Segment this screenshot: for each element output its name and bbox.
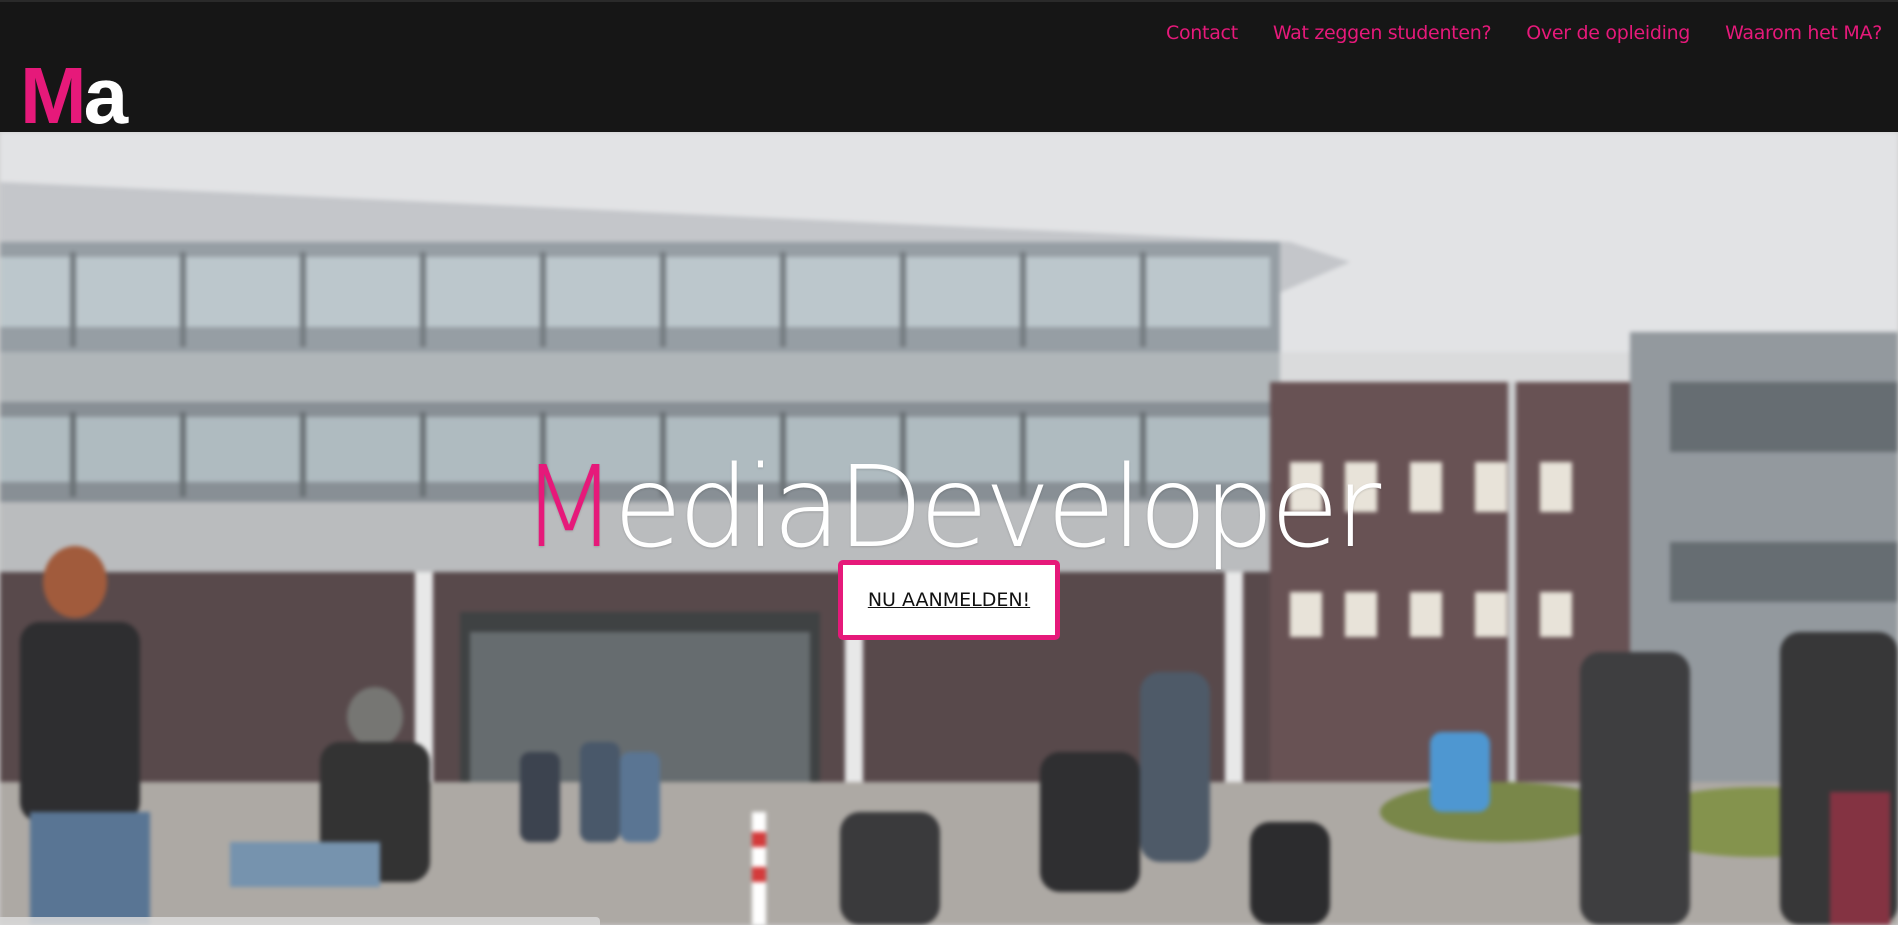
site-logo[interactable]: Ma <box>20 56 128 136</box>
signup-button[interactable]: NU AANMELDEN! <box>838 560 1060 640</box>
hero-title-first-letter: M <box>520 443 618 573</box>
browser-status-bar <box>0 917 600 925</box>
logo-letter-m: M <box>20 51 87 140</box>
site-header: Ma Contact Wat zeggen studenten? Over de… <box>0 0 1898 136</box>
nav-waarom-het-ma[interactable]: Waarom het MA? <box>1725 22 1882 44</box>
nav-contact[interactable]: Contact <box>1166 22 1238 44</box>
hero-section: MediaDeveloper NU AANMELDEN! <box>0 132 1898 925</box>
logo-letter-a: a <box>83 51 128 140</box>
nav-over-de-opleiding[interactable]: Over de opleiding <box>1526 22 1690 44</box>
nav-wat-zeggen-studenten[interactable]: Wat zeggen studenten? <box>1273 22 1492 44</box>
main-nav: Contact Wat zeggen studenten? Over de op… <box>1166 22 1882 44</box>
hero-title-rest: ediaDeveloper <box>613 443 1381 573</box>
hero-title: MediaDeveloper <box>0 452 1898 564</box>
